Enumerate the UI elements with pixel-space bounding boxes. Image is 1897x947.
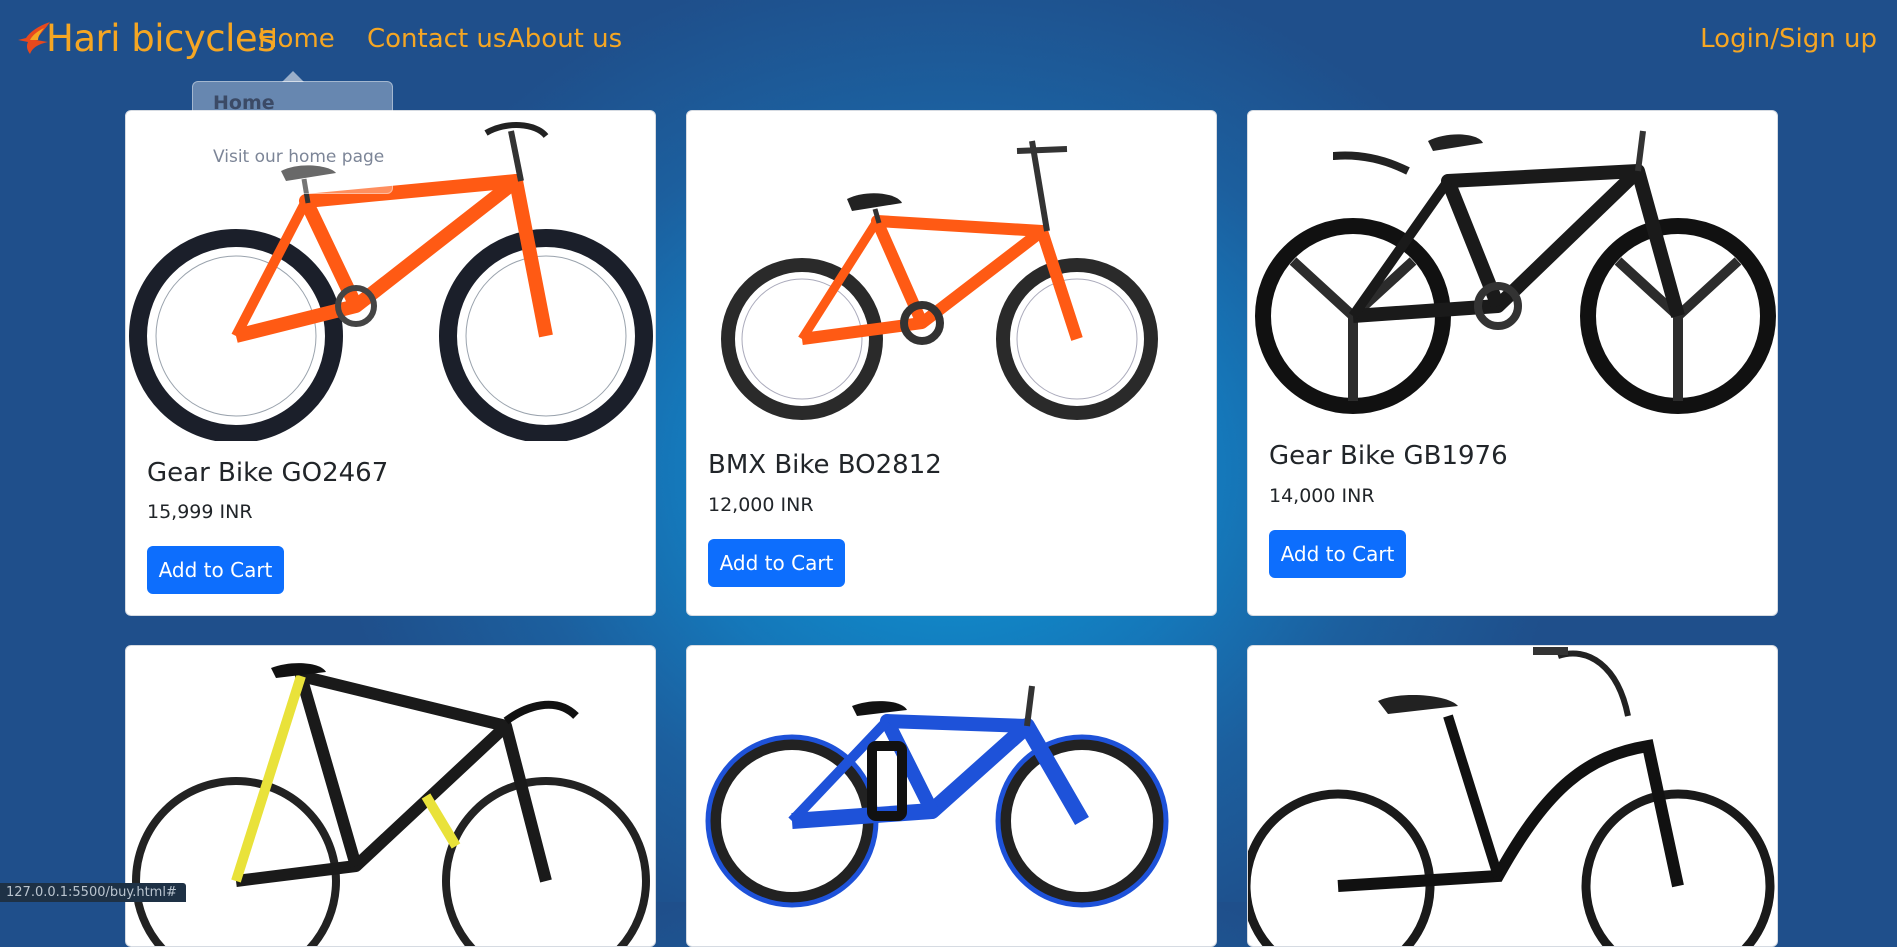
- add-to-cart-button[interactable]: Add to Cart: [147, 546, 284, 594]
- bicycle-image: [1255, 130, 1776, 414]
- product-card-bmx-bike-bo2812: BMX Bike BO2812 12,000 INR Add to Cart: [686, 110, 1217, 616]
- popover-arrow: [282, 71, 304, 82]
- nav-link-about[interactable]: About us: [507, 24, 622, 54]
- product-title: Gear Bike GO2467: [147, 458, 389, 488]
- brand[interactable]: Hari bicycles: [16, 14, 276, 62]
- product-price: 12,000 INR: [708, 494, 814, 516]
- popover-title: Home: [193, 82, 392, 125]
- product-title: BMX Bike BO2812: [708, 450, 942, 480]
- bicycle-image: [721, 140, 1158, 420]
- popover-body: Visit our home page: [213, 147, 385, 167]
- product-price: 14,000 INR: [1269, 485, 1375, 507]
- product-title: Gear Bike GB1976: [1269, 441, 1508, 471]
- add-to-cart-button[interactable]: Add to Cart: [1269, 530, 1406, 578]
- status-bar-url: 127.0.0.1:5500/buy.html#: [0, 883, 186, 902]
- product-card-gear-bike-gb1976: Gear Bike GB1976 14,000 INR Add to Cart: [1247, 110, 1778, 616]
- add-to-cart-button[interactable]: Add to Cart: [708, 539, 845, 587]
- nav-link-home[interactable]: Home: [258, 24, 335, 54]
- product-price: 15,999 INR: [147, 501, 253, 523]
- nav-link-contact[interactable]: Contact us: [367, 24, 506, 54]
- home-popover: Home Visit our home page: [192, 71, 393, 194]
- nav-link-login-signup[interactable]: Login/Sign up: [1700, 24, 1877, 54]
- brand-name: Hari bicycles: [46, 16, 276, 60]
